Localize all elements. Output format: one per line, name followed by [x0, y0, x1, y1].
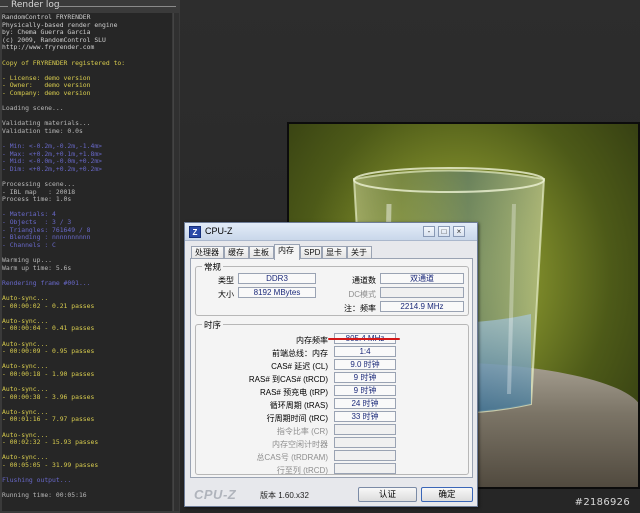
type-label: 类型	[218, 276, 234, 285]
cpuz-window-title: CPU-Z	[205, 226, 233, 236]
timing-label: 总CAS号 (tRDRAM)	[256, 453, 328, 462]
version-text: 版本 1.60.x32	[260, 491, 309, 500]
timing-label: CAS# 延迟 (CL)	[271, 362, 328, 371]
general-legend: 常规	[202, 261, 224, 273]
log-line: Copy of FRYRENDER registered to:	[2, 58, 126, 67]
render-log-titlebar: Render log	[0, 0, 180, 12]
type-value: DDR3	[238, 273, 316, 284]
cpuz-app-icon: Z	[189, 226, 201, 238]
ok-button[interactable]: 确定	[421, 487, 473, 502]
cpuz-brand-logo: CPU-Z	[194, 487, 237, 502]
red-highlight-underline	[328, 338, 400, 340]
log-line: - 00:00:04 - 0.41 passes	[2, 324, 95, 333]
size-value: 8192 MBytes	[238, 287, 316, 298]
render-log-title: Render log	[11, 0, 60, 10]
timing-value: 9 时钟	[334, 372, 396, 383]
cpuz-bottom-bar: CPU-Z 版本 1.60.x32 认证 确定	[185, 482, 477, 506]
validate-button[interactable]: 认证	[358, 487, 417, 502]
log-line: - 00:01:16 - 7.97 passes	[2, 415, 95, 424]
log-line: - 00:02:32 - 15.93 passes	[2, 438, 99, 447]
size-label: 大小	[218, 290, 234, 299]
timing-label: 行至列 (tRCD)	[276, 466, 328, 475]
log-line: - Company: demo version	[2, 88, 91, 97]
timing-value: 9 时钟	[334, 385, 396, 396]
close-button[interactable]: ×	[453, 226, 465, 237]
log-line: - 00:05:05 - 31.99 passes	[2, 461, 99, 470]
timing-value: 33 时钟	[334, 411, 396, 422]
channels-value: 双通道	[380, 273, 464, 284]
timing-value: 9.0 时钟	[334, 359, 396, 370]
log-line: Flushing output...	[2, 476, 72, 485]
log-line: http://www.fryrender.com	[2, 43, 95, 52]
timing-label: 内存空闲计时器	[272, 440, 328, 449]
title-rule-left	[0, 6, 8, 7]
minimize-button[interactable]: -	[423, 226, 435, 237]
log-line: - Dim: <+0.2m,+0.2m,+0.2m>	[2, 164, 103, 173]
log-line: Loading scene...	[2, 104, 64, 113]
log-line: - 00:00:09 - 0.95 passes	[2, 347, 95, 356]
cpuz-window: Z CPU-Z - □ × 处理器 缓存 主板 内存 SPD 显卡 关于 常规 …	[184, 222, 478, 507]
log-line: Validation time: 0.0s	[2, 126, 83, 135]
post-id-watermark: #2186926	[574, 497, 630, 508]
timing-value	[334, 463, 396, 474]
log-line: - 00:00:02 - 0.21 passes	[2, 301, 95, 310]
timing-label: RAS# 预充电 (tRP)	[259, 388, 328, 397]
render-log-scrollbar[interactable]	[173, 13, 179, 511]
tab-memory[interactable]: 内存	[274, 244, 300, 260]
nb-frequency-label: 注：频率	[344, 304, 376, 313]
nb-frequency-value: 2214.9 MHz	[380, 301, 464, 312]
log-line: - 00:00:38 - 3.96 passes	[2, 392, 95, 401]
timing-label: 循环周期 (tRAS)	[269, 401, 328, 410]
general-group: 常规 类型 DDR3 大小 8192 MBytes 通道数 双通道 DC模式 注…	[195, 261, 469, 316]
log-line: Rendering frame #001...	[2, 278, 91, 287]
memory-tab-pane: 常规 类型 DDR3 大小 8192 MBytes 通道数 双通道 DC模式 注…	[190, 258, 473, 478]
log-line: Process time: 1.0s	[2, 195, 72, 204]
log-line: Warm up time: 5.6s	[2, 263, 72, 272]
timing-label: 前端总线：内存	[272, 349, 328, 358]
cpuz-titlebar[interactable]: Z CPU-Z - □ ×	[185, 223, 477, 241]
timing-label: 指令比率 (CR)	[276, 427, 328, 436]
channels-label: 通道数	[352, 276, 376, 285]
timing-value: 24 时钟	[334, 398, 396, 409]
timing-label: RAS# 到CAS# (tRCD)	[248, 375, 328, 384]
render-log-panel: Render log RandomControl FRYRENDER Physic…	[0, 0, 180, 513]
timings-group: 时序 内存频率805.4 MHz前端总线：内存1:4CAS# 延迟 (CL)9.…	[195, 319, 469, 475]
log-line: - 00:00:18 - 1.90 passes	[2, 369, 95, 378]
timing-value	[334, 437, 396, 448]
timing-value	[334, 450, 396, 461]
title-rule-right	[56, 6, 176, 7]
maximize-button[interactable]: □	[438, 226, 450, 237]
log-line: Running time: 00:05:16	[2, 491, 87, 500]
render-log-text-area[interactable]: RandomControl FRYRENDER Physically-based …	[2, 13, 172, 511]
dc-mode-value	[380, 287, 464, 298]
timing-value: 1:4	[334, 346, 396, 357]
dc-mode-label: DC模式	[348, 290, 376, 299]
timing-label: 行周期时间 (tRC)	[266, 414, 328, 423]
timing-value	[334, 424, 396, 435]
timings-legend: 时序	[202, 319, 224, 331]
timing-label: 内存频率	[296, 336, 328, 345]
log-line: - Channels : C	[2, 240, 56, 249]
